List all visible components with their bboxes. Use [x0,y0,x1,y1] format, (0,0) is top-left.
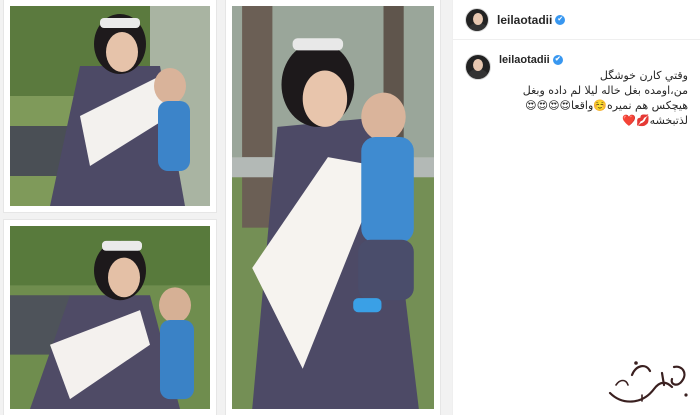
verified-badge-icon: ✔ [555,14,566,25]
instagram-post: leilaotadii ✔ leilaotadii ✔ وقتي كارن خو… [0,0,700,415]
photo-collage[interactable] [0,0,452,415]
avatar[interactable] [465,54,491,80]
header-username[interactable]: leilaotadii [497,13,552,27]
verified-badge-icon: ✔ [552,55,563,65]
caption-line: لذتبخشه💋❤️ [622,114,688,127]
photo-scene-3 [232,6,434,409]
caption-line: وقتي كارن خوشگل [599,69,688,82]
post-header: leilaotadii ✔ [453,0,700,40]
caption-line: من،اومده بغل خاله ليلا لم داده وبغل [522,84,688,97]
photo-scene-1 [10,6,210,206]
photo-main [226,0,440,415]
post-sidebar: leilaotadii ✔ leilaotadii ✔ وقتي كارن خو… [452,0,700,415]
caption-username[interactable]: leilaotadii [499,54,550,66]
avatar[interactable] [465,7,489,32]
caption-line: هيچكس هم نميره☺️واقعا😍😍😍😍 [525,99,688,112]
caption-text: وقتي كارن خوشگل من،اومده بغل خاله ليلا ل… [499,68,688,128]
caption-username-row: leilaotadii ✔ [499,54,688,66]
watermark-logo [608,361,688,403]
photo-bottom-left [4,220,216,415]
caption-comment: leilaotadii ✔ وقتي كارن خوشگل من،اومده ب… [453,40,700,128]
photo-top-left [4,0,216,212]
photo-scene-2 [10,226,210,409]
caption-body: leilaotadii ✔ وقتي كارن خوشگل من،اومده ب… [499,54,688,128]
